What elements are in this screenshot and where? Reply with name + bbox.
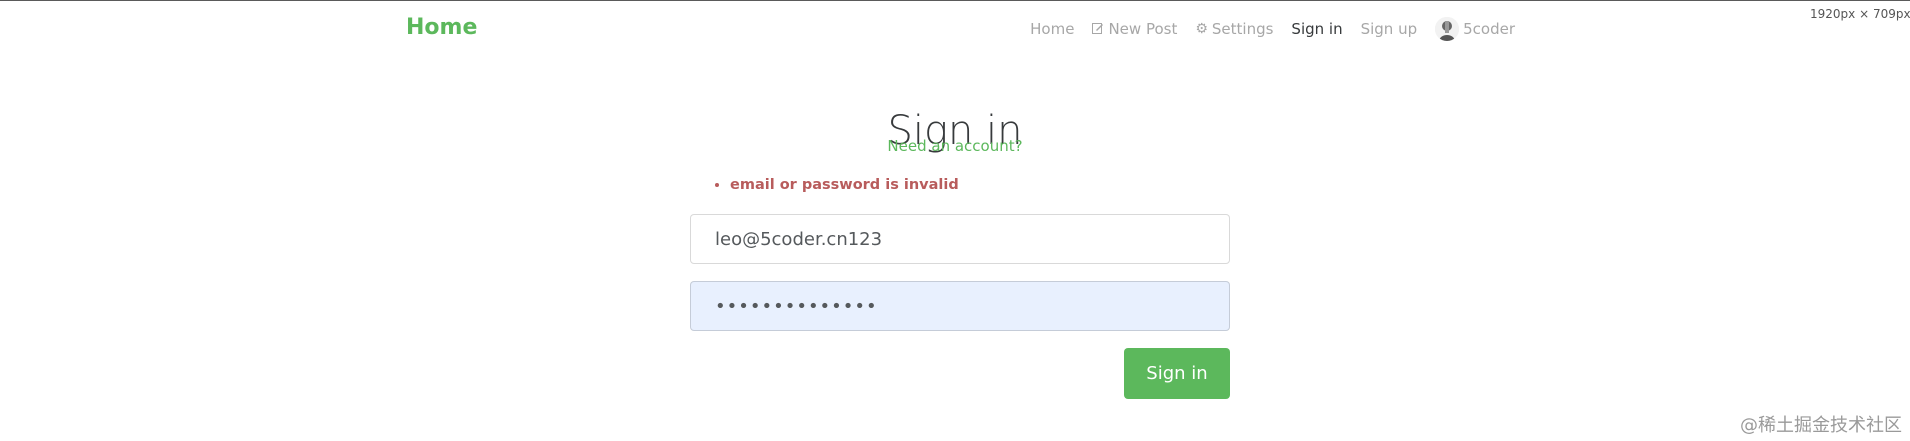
nav-home-link[interactable]: Home [1030,20,1074,38]
gear-icon: ⚙ [1195,21,1208,37]
need-account-link[interactable]: Need an account? [0,137,1910,155]
nav-settings-link[interactable]: ⚙ Settings [1195,20,1273,38]
avatar [1435,17,1460,41]
nav-sign-up-link[interactable]: Sign up [1361,20,1418,38]
nav-sign-in-label: Sign in [1291,20,1343,38]
nav-home-label: Home [1030,20,1075,38]
nav-new-post-label: New Post [1108,20,1178,38]
error-messages: email or password is invalid [690,177,959,193]
nav-sign-in-link[interactable]: Sign in [1291,20,1342,38]
sign-in-button[interactable]: Sign in [1124,348,1230,399]
nav-user-link[interactable]: 5coder [1435,17,1515,41]
nav-links: Home New Post ⚙ Settings Sign in Sign up [1030,17,1515,41]
watermark: @稀土掘金技术社区 [1740,415,1902,436]
nav-new-post-link[interactable]: New Post [1092,20,1177,38]
error-message: email or password is invalid [730,177,959,193]
edit-icon [1092,22,1104,37]
nav-sign-up-label: Sign up [1360,20,1418,38]
nav-user-label: 5coder [1463,20,1515,38]
password-input[interactable] [690,281,1230,331]
nav-settings-label: Settings [1211,20,1274,38]
email-input[interactable] [690,214,1230,264]
resolution-indicator: 1920px × 709px [1810,7,1910,21]
navbar: Home Home New Post ⚙ Settings Sign in Si… [0,1,1910,57]
brand-link[interactable]: Home [406,15,477,40]
